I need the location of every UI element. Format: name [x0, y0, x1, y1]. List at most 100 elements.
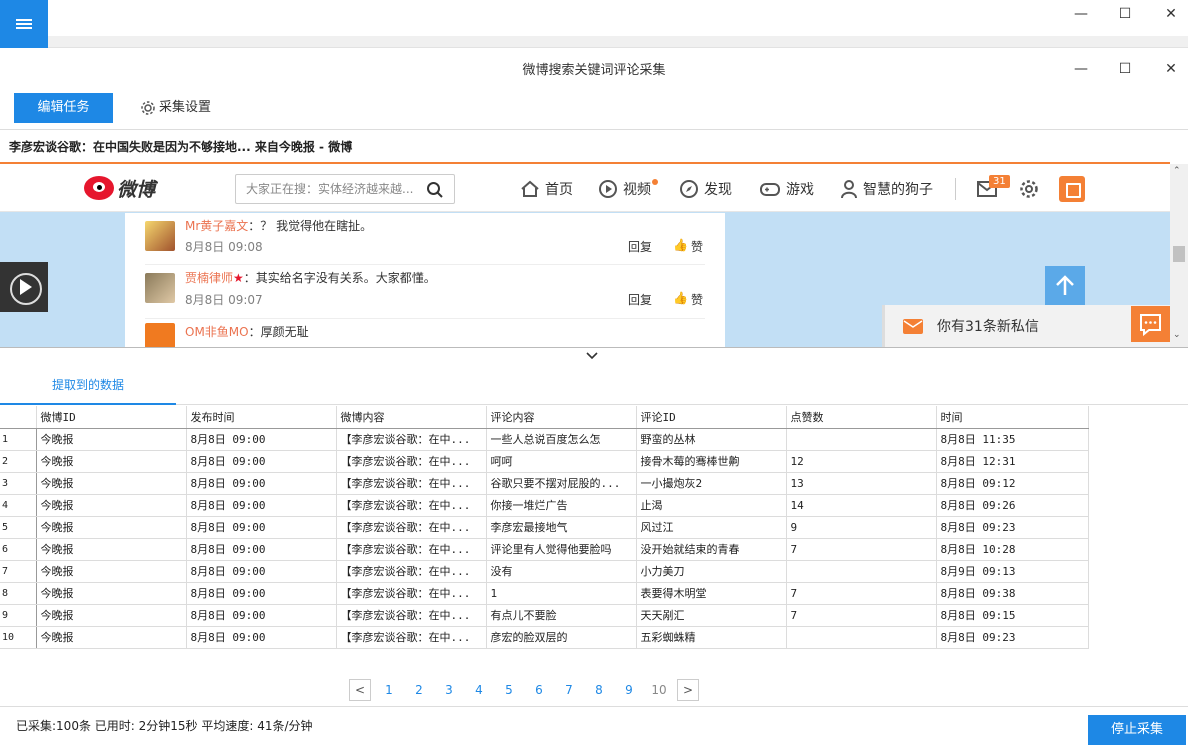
page-number-4[interactable]: 4 — [464, 683, 494, 697]
avatar[interactable] — [145, 323, 175, 347]
table-cell: 没开始就结束的青春 — [636, 538, 787, 561]
thumbs-up-icon: 👍 — [673, 291, 688, 305]
next-page-button[interactable]: > — [677, 679, 699, 701]
page-number-10[interactable]: 10 — [644, 683, 674, 697]
column-header[interactable]: 发布时间 — [186, 406, 337, 429]
scroll-down-arrow-icon[interactable]: ⌄ — [1173, 330, 1181, 340]
comment-item: 贾楠律师★：其实给名字没有关系。大家都懂。 8月8日 09:07 回复 👍 赞 — [145, 269, 705, 319]
edit-task-button[interactable]: 编辑任务 — [14, 93, 113, 123]
table-row[interactable]: 1 今晚报 8月8日 09:00 【李彦宏谈谷歌：在中... 一些人总说百度怎么怎 野蛮的… — [0, 428, 1089, 451]
table-row[interactable]: 8 今晚报 8月8日 09:00 【李彦宏谈谷歌：在中... 1 表要得木明堂 7 8月8日 … — [0, 582, 1089, 605]
table-cell: 天天剐汇 — [636, 604, 787, 627]
page-number-3[interactable]: 3 — [434, 683, 464, 697]
outer-maximize-button[interactable]: ☐ — [1102, 2, 1148, 26]
table-cell: 呵呵 — [486, 450, 637, 473]
panel-collapse-bar[interactable] — [0, 347, 1188, 365]
row-number: 8 — [0, 582, 37, 605]
toolbar: 编辑任务 采集设置 — [0, 86, 1188, 130]
browser-view[interactable]: 微博 大家正在搜：实体经济越来越... 首页 视频 发现 游戏 智慧的狗子 31 — [0, 164, 1170, 347]
column-header[interactable]: 微博ID — [36, 406, 187, 429]
table-cell: 一些人总说百度怎么怎 — [486, 428, 637, 451]
reply-link[interactable]: 回复 — [628, 238, 652, 255]
chat-icon[interactable] — [1131, 306, 1170, 342]
play-icon[interactable] — [0, 262, 48, 312]
comment-list: Mr黄子嘉文：？ 我觉得他在瞎扯。 8月8日 09:08 回复 👍 赞 贾楠律师★… — [125, 213, 725, 347]
private-message-bar[interactable]: 你有31条新私信 — [882, 305, 1170, 347]
page-number-2[interactable]: 2 — [404, 683, 434, 697]
table-row[interactable]: 3 今晚报 8月8日 09:00 【李彦宏谈谷歌：在中... 谷歌只要不摆对屁股的...… — [0, 472, 1089, 495]
comment-user[interactable]: 贾楠律师 — [185, 271, 233, 285]
comment-text: ：其实给名字没有关系。大家都懂。 — [243, 271, 436, 285]
table-row[interactable]: 2 今晚报 8月8日 09:00 【李彦宏谈谷歌：在中... 呵呵 接骨木莓的骞棒世齁 12… — [0, 450, 1089, 473]
table-cell: 【李彦宏谈谷歌：在中... — [336, 626, 487, 649]
table-cell: 有点儿不要脸 — [486, 604, 637, 627]
weibo-logo[interactable]: 微博 — [84, 174, 155, 202]
table-cell: 彦宏的脸双层的 — [486, 626, 637, 649]
close-button[interactable]: ✕ — [1148, 57, 1188, 81]
comment-body: Mr黄子嘉文：？ 我觉得他在瞎扯。 — [185, 217, 372, 234]
avatar[interactable] — [145, 221, 175, 251]
page-number-8[interactable]: 8 — [584, 683, 614, 697]
table-cell: 8月8日 12:31 — [936, 450, 1089, 473]
page-number-1[interactable]: 1 — [374, 683, 404, 697]
reply-link[interactable]: 回复 — [628, 291, 652, 308]
table-row[interactable]: 7 今晚报 8月8日 09:00 【李彦宏谈谷歌：在中... 没有 小力美刀 8月9日 09… — [0, 560, 1089, 583]
weibo-search-placeholder: 大家正在搜：实体经济越来越... — [246, 182, 414, 196]
weibo-nav-games[interactable]: 游戏 — [759, 176, 814, 202]
weibo-nav-discover[interactable]: 发现 — [679, 176, 732, 202]
back-to-top-button[interactable] — [1045, 266, 1085, 306]
table-cell: 今晚报 — [36, 428, 187, 451]
row-number-header — [0, 406, 37, 429]
table-row[interactable]: 5 今晚报 8月8日 09:00 【李彦宏谈谷歌：在中... 李彦宏最接地气 风过江 9 8月… — [0, 516, 1089, 539]
table-cell: 13 — [786, 472, 937, 495]
search-icon[interactable] — [426, 181, 444, 199]
grid-header-row: 微博ID 发布时间 微博内容 评论内容 评论ID 点赞数 时间 — [0, 406, 1089, 429]
table-row[interactable]: 6 今晚报 8月8日 09:00 【李彦宏谈谷歌：在中... 评论里有人觉得他要脸吗 没开… — [0, 538, 1089, 561]
collect-settings-button[interactable]: 采集设置 — [140, 93, 211, 123]
like-button[interactable]: 👍 赞 — [673, 238, 703, 255]
message-count-badge: 31 — [989, 175, 1010, 188]
column-header[interactable]: 评论内容 — [486, 406, 637, 429]
column-header[interactable]: 微博内容 — [336, 406, 487, 429]
browser-scrollbar[interactable]: ⌃ ⌄ — [1170, 164, 1188, 347]
outer-minimize-button[interactable]: — — [1058, 2, 1104, 26]
table-cell: 9 — [786, 516, 937, 539]
scrollbar-thumb[interactable] — [1173, 246, 1185, 262]
table-cell: 14 — [786, 494, 937, 517]
settings-gear-icon[interactable] — [1019, 179, 1039, 199]
page-number-5[interactable]: 5 — [494, 683, 524, 697]
weibo-nav-home[interactable]: 首页 — [520, 176, 573, 202]
table-row[interactable]: 4 今晚报 8月8日 09:00 【李彦宏谈谷歌：在中... 你接一堆烂广告 止渴 14 8月… — [0, 494, 1089, 517]
page-number-6[interactable]: 6 — [524, 683, 554, 697]
weibo-search-input[interactable]: 大家正在搜：实体经济越来越... — [235, 174, 455, 204]
outer-close-button[interactable]: ✕ — [1148, 2, 1188, 26]
scroll-up-arrow-icon[interactable]: ⌃ — [1173, 166, 1181, 176]
comment-user[interactable]: OM非鱼MO — [185, 325, 249, 339]
page-number-7[interactable]: 7 — [554, 683, 584, 697]
stop-collection-button[interactable]: 停止采集 — [1088, 715, 1186, 745]
comment-user[interactable]: Mr黄子嘉文 — [185, 219, 248, 233]
nav-divider — [955, 178, 956, 200]
column-header[interactable]: 评论ID — [636, 406, 787, 429]
maximize-button[interactable]: ☐ — [1102, 57, 1148, 81]
chevron-down-icon[interactable] — [586, 351, 598, 361]
page-number-9[interactable]: 9 — [614, 683, 644, 697]
avatar[interactable] — [145, 273, 175, 303]
prev-page-button[interactable]: < — [349, 679, 371, 701]
column-header[interactable]: 时间 — [936, 406, 1089, 429]
weibo-nav-video[interactable]: 视频 — [598, 176, 651, 202]
hamburger-menu-icon[interactable] — [0, 0, 48, 48]
column-header[interactable]: 点赞数 — [786, 406, 937, 429]
like-button[interactable]: 👍 赞 — [673, 291, 703, 308]
table-row[interactable]: 10 今晚报 8月8日 09:00 【李彦宏谈谷歌：在中... 彦宏的脸双层的 五彩蜘蛛精… — [0, 626, 1089, 649]
tab-extracted-data[interactable]: 提取到的数据 — [0, 365, 176, 405]
weibo-nav-user[interactable]: 智慧的狗子 — [840, 176, 933, 202]
weibo-nav: 微博 大家正在搜：实体经济越来越... 首页 视频 发现 游戏 智慧的狗子 31 — [0, 164, 1170, 212]
comment-time: 8月8日 09:07 — [185, 293, 263, 307]
gamepad-icon — [760, 183, 780, 196]
minimize-button[interactable]: — — [1058, 57, 1104, 81]
compose-icon[interactable] — [1059, 176, 1085, 202]
like-label: 赞 — [690, 293, 703, 307]
table-row[interactable]: 9 今晚报 8月8日 09:00 【李彦宏谈谷歌：在中... 有点儿不要脸 天天剐汇 7 8月… — [0, 604, 1089, 627]
table-cell: 8月8日 09:12 — [936, 472, 1089, 495]
